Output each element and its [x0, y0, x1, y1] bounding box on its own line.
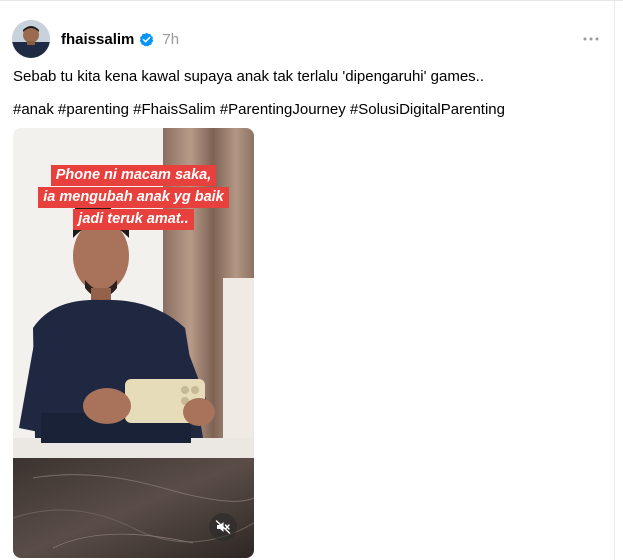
divider	[0, 0, 623, 1]
username-link[interactable]: fhaissalim	[61, 31, 134, 48]
overlay-line-1: Phone ni macam saka,	[50, 165, 217, 186]
video-text-overlay: Phone ni macam saka, ia mengubah anak yg…	[13, 165, 254, 231]
overlay-line-3: jadi teruk amat..	[73, 209, 194, 230]
speaker-muted-icon	[215, 520, 231, 534]
more-horizontal-icon	[583, 37, 599, 41]
more-options-button[interactable]	[581, 29, 601, 49]
scrollbar-track	[614, 0, 615, 560]
avatar[interactable]	[12, 20, 50, 58]
thread-post: fhaissalim 7h Sebab tu kita kena kawal s…	[0, 0, 623, 560]
post-header: fhaissalim 7h	[61, 30, 179, 48]
post-hashtags[interactable]: #anak #parenting #FhaisSalim #ParentingJ…	[13, 101, 505, 118]
post-caption: Sebab tu kita kena kawal supaya anak tak…	[13, 68, 485, 85]
avatar-image	[12, 20, 50, 58]
timestamp[interactable]: 7h	[162, 31, 179, 48]
mute-toggle-button[interactable]	[209, 513, 237, 541]
verified-badge-icon	[139, 32, 154, 47]
overlay-line-2: ia mengubah anak yg baik	[38, 187, 229, 208]
video-player[interactable]: Phone ni macam saka, ia mengubah anak yg…	[13, 128, 254, 558]
